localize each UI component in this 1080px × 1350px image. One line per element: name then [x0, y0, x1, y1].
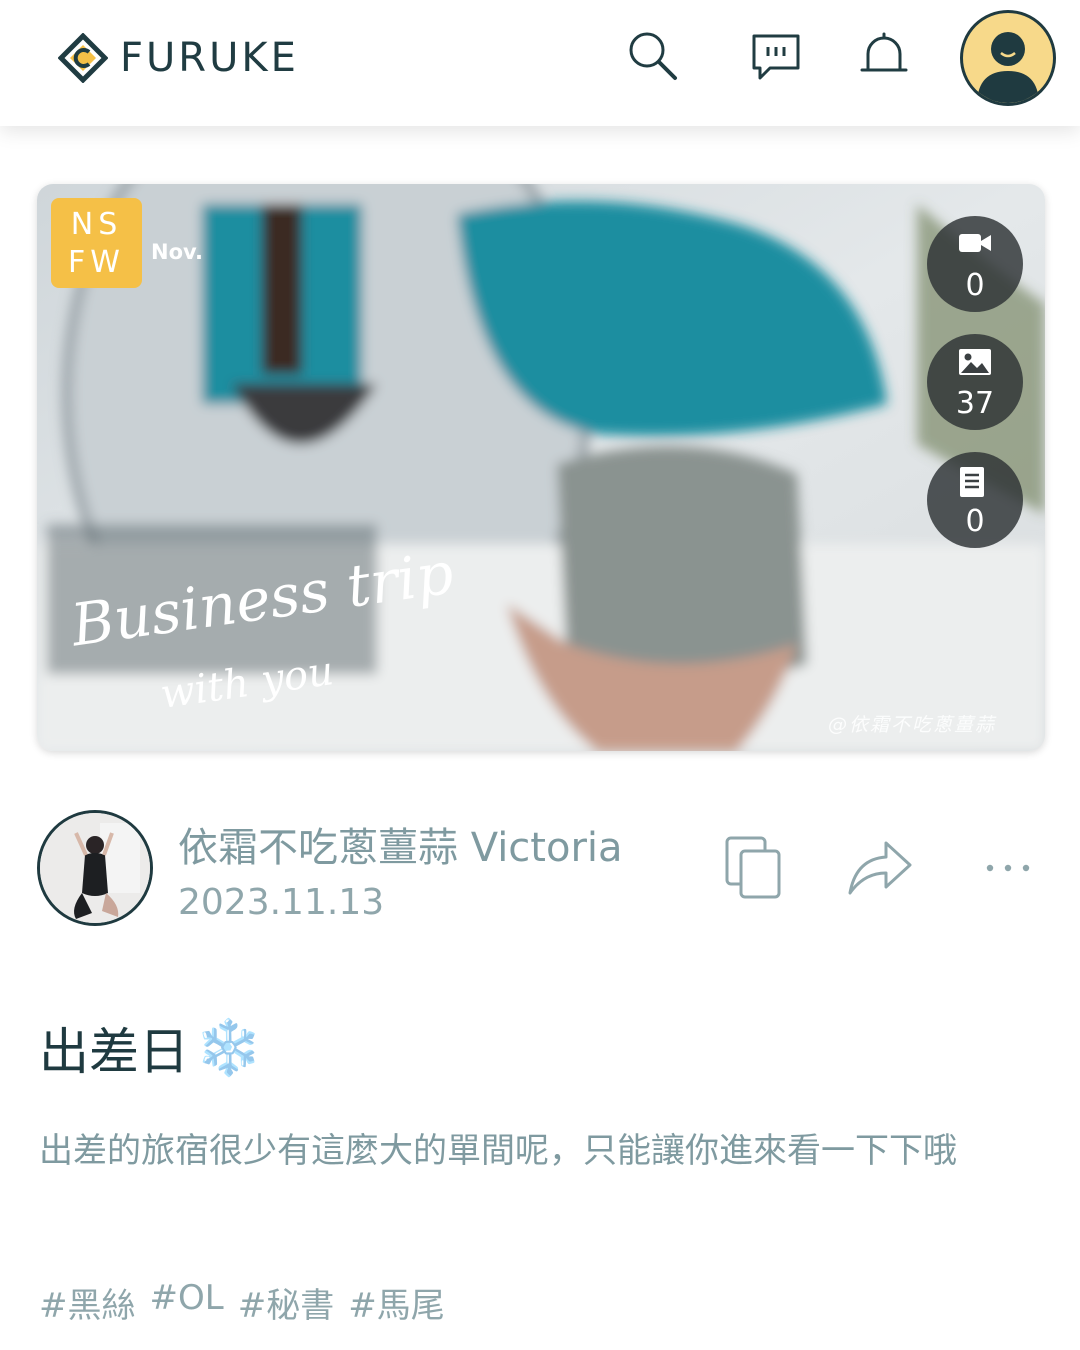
profile-avatar-button[interactable]: [960, 10, 1056, 106]
search-button[interactable]: [625, 28, 681, 84]
messages-button[interactable]: [748, 28, 804, 84]
nsfw-badge: NS FW: [51, 198, 142, 288]
post-cover-image[interactable]: [37, 184, 1045, 751]
share-button[interactable]: [846, 835, 914, 903]
top-header: FURUKE: [0, 0, 1080, 126]
bell-icon: [860, 32, 908, 72]
cover-month-label: Nov.: [151, 240, 203, 264]
nsfw-badge-line2: FW: [68, 245, 125, 280]
author-name[interactable]: 依霜不吃蔥薑蒜 Victoria: [178, 815, 623, 873]
snowflake-icon: ❄️: [195, 1016, 263, 1079]
tag-item[interactable]: #秘書: [238, 1278, 335, 1327]
post-title-text: 出差日: [39, 1023, 189, 1081]
notifications-button[interactable]: [856, 28, 912, 84]
user-avatar-icon: [977, 32, 1039, 103]
brand-name: FURUKE: [120, 35, 299, 81]
tag-item[interactable]: #黑絲: [39, 1278, 136, 1327]
article-count-badge: 0: [927, 452, 1023, 548]
cover-watermark: @依霜不吃蔥薑蒜: [828, 714, 997, 736]
post-date: 2023.11.13: [178, 882, 385, 923]
author-avatar[interactable]: [37, 810, 153, 926]
tag-item[interactable]: #OL: [150, 1278, 224, 1327]
video-count: 0: [965, 268, 985, 303]
author-photo: [40, 813, 150, 923]
copy-icon: [725, 836, 781, 899]
more-options-button[interactable]: [984, 850, 1032, 890]
image-icon: [959, 349, 991, 375]
video-count-badge: 0: [927, 216, 1023, 312]
video-icon: [959, 234, 991, 252]
search-icon: [629, 32, 677, 80]
share-icon: [848, 841, 912, 895]
image-count: 37: [955, 386, 995, 421]
logo-icon: [58, 33, 108, 83]
nsfw-badge-line1: NS: [70, 207, 123, 242]
post-description: 出差的旅宿很少有這麼大的單間呢，只能讓你進來看一下下哦: [39, 1131, 957, 1171]
chat-icon: [752, 34, 800, 80]
article-icon: [960, 467, 984, 497]
brand-logo[interactable]: FURUKE: [58, 30, 299, 86]
copy-button[interactable]: [724, 835, 784, 905]
article-count: 0: [965, 504, 985, 539]
more-icon: [986, 864, 1030, 872]
cover-photo: [37, 184, 1045, 751]
tag-item[interactable]: #馬尾: [348, 1278, 445, 1327]
tag-list: #黑絲 #OL #秘書 #馬尾: [39, 1278, 445, 1327]
post-title: 出差日 ❄️: [39, 1012, 262, 1084]
image-count-badge: 37: [927, 334, 1023, 430]
